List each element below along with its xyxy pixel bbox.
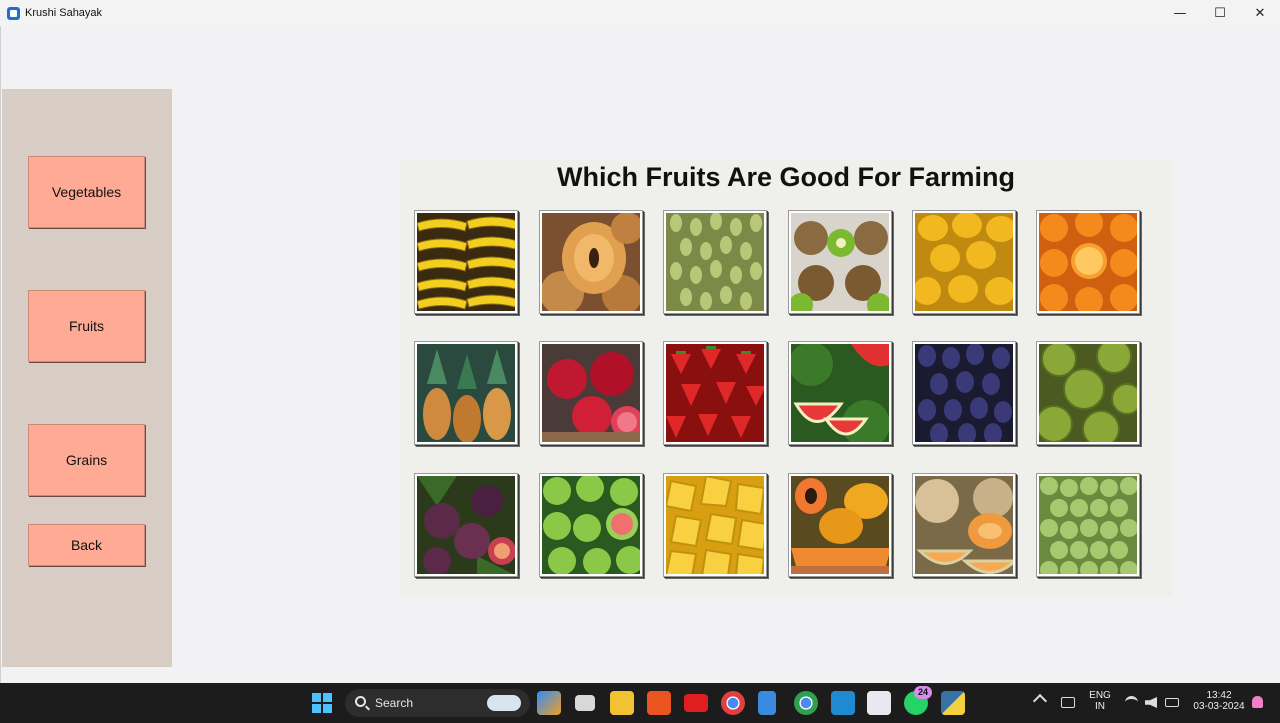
pomegranate-image: [542, 344, 640, 442]
python-app-icon[interactable]: [941, 691, 965, 715]
mango-tile[interactable]: [912, 210, 1016, 314]
jackfruit-tile[interactable]: [663, 473, 767, 577]
banana-image: [417, 213, 515, 311]
windows-start-icon[interactable]: [312, 693, 332, 713]
jamun-tile[interactable]: [912, 341, 1016, 445]
watermelon-tile[interactable]: [788, 341, 892, 445]
snipping-tool-icon[interactable]: [867, 691, 891, 715]
sapota-tile[interactable]: [539, 210, 643, 314]
banana-tile[interactable]: [414, 210, 518, 314]
clock[interactable]: 13:42 03-03-2024: [1188, 690, 1250, 712]
wifi-icon[interactable]: [1125, 696, 1138, 709]
chrome-icon[interactable]: [721, 691, 745, 715]
close-button[interactable]: ✕: [1240, 0, 1280, 26]
maximize-button[interactable]: ☐: [1200, 0, 1240, 26]
muskmelon-tile[interactable]: [912, 473, 1016, 577]
grains-button[interactable]: Grains: [28, 424, 145, 496]
mango-image: [915, 213, 1013, 311]
muskmelon-image: [915, 476, 1013, 574]
copilot-icon[interactable]: [537, 691, 561, 715]
custard-apple-tile[interactable]: [1036, 341, 1140, 445]
app-icon: [7, 6, 20, 20]
battery-icon[interactable]: [1165, 698, 1179, 707]
grapes-tile[interactable]: [663, 210, 767, 314]
chevron-up-icon[interactable]: [1032, 693, 1048, 709]
taskbar: Search 24 ENG IN 13:42 03-03-2024: [0, 683, 1280, 723]
whatsapp-badge: 24: [914, 686, 932, 699]
vegetables-button[interactable]: Vegetables: [28, 156, 145, 228]
minimize-button[interactable]: —: [1160, 0, 1200, 26]
window-border: [0, 26, 1, 683]
vscode-icon[interactable]: [831, 691, 855, 715]
fig-image: [417, 476, 515, 574]
language-code: ENG: [1089, 690, 1111, 701]
orange-image: [1039, 213, 1137, 311]
kiwi-tile[interactable]: [788, 210, 892, 314]
sidebar: Vegetables Fruits Grains Back: [2, 89, 172, 667]
fruits-button[interactable]: Fruits: [28, 290, 145, 362]
title-bar: Krushi Sahayak — ☐ ✕: [0, 0, 1280, 26]
ubuntu-icon[interactable]: [647, 691, 671, 715]
papaya-tile[interactable]: [788, 473, 892, 577]
jackfruit-image: [666, 476, 764, 574]
custard-apple-image: [1039, 344, 1137, 442]
pineapple-image: [417, 344, 515, 442]
strawberry-tile[interactable]: [663, 341, 767, 445]
clock-date: 03-03-2024: [1193, 701, 1245, 712]
fruits-panel: Which Fruits Are Good For Farming: [400, 159, 1172, 597]
sapota-image: [542, 213, 640, 311]
amla-image: [1039, 476, 1137, 574]
search-icon: [355, 696, 366, 707]
search-highlight-icon: [487, 695, 521, 711]
papaya-image: [791, 476, 889, 574]
page-title: Which Fruits Are Good For Farming: [557, 162, 1015, 192]
watermelon-image: [791, 344, 889, 442]
taskbar-search[interactable]: Search: [345, 689, 530, 717]
notification-bell-icon[interactable]: [1252, 696, 1263, 708]
kiwi-image: [791, 213, 889, 311]
search-label: Search: [375, 696, 414, 710]
chrome-profile-icon[interactable]: [794, 691, 818, 715]
guava-tile[interactable]: [539, 473, 643, 577]
grapes-image: [666, 213, 764, 311]
amla-tile[interactable]: [1036, 473, 1140, 577]
jamun-image: [915, 344, 1013, 442]
pineapple-tile[interactable]: [414, 341, 518, 445]
window-controls: — ☐ ✕: [1160, 0, 1280, 26]
clock-time: 13:42: [1206, 690, 1232, 701]
task-view-icon[interactable]: [575, 695, 595, 711]
guava-image: [542, 476, 640, 574]
language-indicator[interactable]: ENG IN: [1086, 690, 1114, 712]
strawberry-image: [666, 344, 764, 442]
keyboard-icon[interactable]: [1061, 697, 1075, 708]
back-button[interactable]: Back: [28, 524, 145, 566]
pomegranate-tile[interactable]: [539, 341, 643, 445]
file-explorer-icon[interactable]: [610, 691, 634, 715]
orange-tile[interactable]: [1036, 210, 1140, 314]
fig-tile[interactable]: [414, 473, 518, 577]
notepad-icon[interactable]: [758, 691, 776, 715]
youtube-icon[interactable]: [684, 694, 708, 712]
window-title: Krushi Sahayak: [25, 7, 103, 19]
volume-icon[interactable]: [1145, 697, 1157, 708]
region-code: IN: [1095, 701, 1105, 712]
